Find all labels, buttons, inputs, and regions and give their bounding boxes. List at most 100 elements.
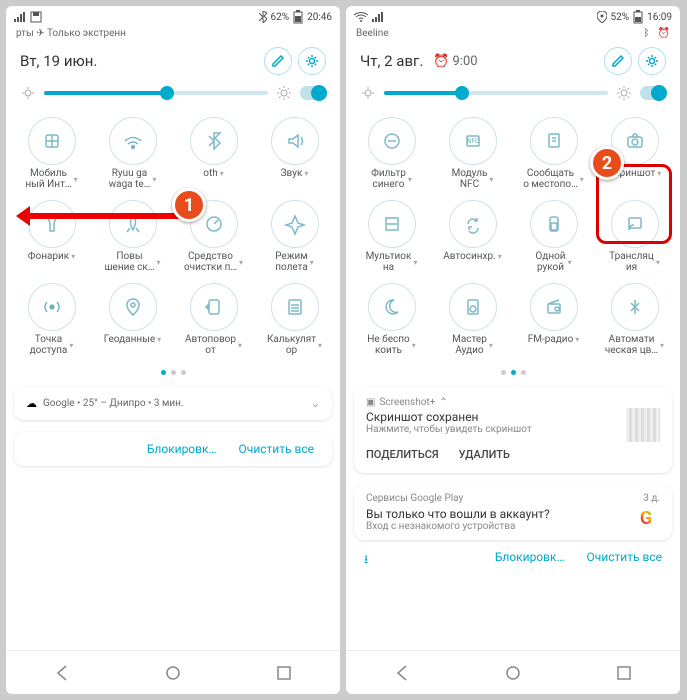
notif2-sub: Вход с незнакомого устройства	[366, 521, 550, 532]
audio-icon	[449, 283, 497, 331]
cloud-icon: ☁	[26, 397, 37, 410]
marker-2: 2	[590, 146, 624, 180]
globe-icon	[28, 117, 76, 165]
tile-audio[interactable]: Мастер Аудио▾	[433, 279, 512, 360]
notif-subtitle: Нажмите, чтобы увидеть скриншот	[366, 424, 532, 435]
carrier-row: Beeline ᛒ ⏰	[346, 28, 680, 39]
carrier-text: рты ✈ Только экстренн	[6, 28, 340, 39]
tile-rotate[interactable]: Автоповор от▾	[174, 279, 253, 360]
alarm-time: ⏰9:00	[433, 54, 477, 69]
flashlight-icon	[28, 200, 76, 248]
tile-globe[interactable]: Мобиль ный Инт…▾	[12, 113, 91, 194]
carrier-text: Beeline	[356, 28, 389, 39]
tile-label: Автоповор от▾	[185, 334, 242, 356]
block-button[interactable]: Блокировк…	[495, 550, 565, 571]
brightness-low-icon	[360, 85, 376, 101]
signal-icon	[372, 12, 384, 22]
quick-settings-grid: Мобиль ный Инт…▾ Ryuu ga waga te…▾ oth▾ Зву…	[6, 109, 340, 364]
delete-button[interactable]: УДАЛИТЬ	[459, 448, 510, 461]
tile-calc[interactable]: Калькулят ор▾	[255, 279, 334, 360]
tile-label: Мобиль ный Инт…▾	[25, 168, 77, 190]
clear-all-button[interactable]: Очистить все	[239, 442, 314, 456]
notif2-title: Вы только что вошли в аккаунт?	[366, 507, 550, 521]
page-indicator	[346, 364, 680, 381]
tile-label: Автомати ческая цв…▾	[605, 334, 664, 356]
tile-filter[interactable]: Фильтр синего▾	[352, 113, 431, 194]
tile-label: Точка доступа▾	[30, 334, 74, 356]
settings-button[interactable]	[638, 47, 666, 75]
tile-label: Одной рукой▾	[535, 251, 571, 273]
google-signin-notification[interactable]: Сервисы Google Play3 д. Вы только что во…	[354, 485, 672, 540]
block-button[interactable]: Блокировк…	[147, 442, 217, 456]
brightness-low-icon	[20, 85, 36, 101]
brightness-slider[interactable]	[346, 79, 680, 109]
auto-brightness-toggle[interactable]	[300, 86, 326, 100]
tile-sync[interactable]: Автосинхр.▾	[433, 196, 512, 277]
recent-button[interactable]	[275, 664, 293, 682]
radio-icon	[530, 283, 578, 331]
tile-nfc[interactable]: NFCМодуль NFC▾	[433, 113, 512, 194]
home-button[interactable]	[504, 664, 522, 682]
recent-button[interactable]	[615, 664, 633, 682]
tile-label: Не беспо коить▾	[367, 334, 415, 356]
home-button[interactable]	[164, 664, 182, 682]
location-icon	[109, 283, 157, 331]
clear-all-button[interactable]: Очистить все	[587, 550, 662, 571]
tile-plane[interactable]: Режим полета▾	[255, 196, 334, 277]
tile-multiwin[interactable]: Мультиок на▾	[352, 196, 431, 277]
svg-text:NFC: NFC	[467, 138, 479, 145]
tile-radio[interactable]: FM-радио▾	[514, 279, 593, 360]
filter-icon	[368, 117, 416, 165]
camera-icon: ▣	[366, 397, 375, 408]
status-bar: 62% 20:46	[6, 6, 340, 28]
battery-pct: 62%	[271, 12, 290, 23]
tile-label: Повы шение ск…▾	[104, 251, 160, 273]
download-icon[interactable]: ⭳	[364, 550, 368, 571]
tile-label: oth▾	[203, 168, 224, 179]
page-indicator	[6, 364, 340, 381]
tile-wifi[interactable]: Ryuu ga waga te…▾	[93, 113, 172, 194]
tile-label: Мастер Аудио▾	[452, 334, 493, 356]
notif-app: Screenshot+	[379, 397, 435, 408]
weather-card[interactable]: ☁ Google • 25° – Днипро • 3 мин. ⌄	[14, 387, 332, 420]
tile-label: Калькулят ор▾	[267, 334, 322, 356]
tile-volume[interactable]: Звук▾	[255, 113, 334, 194]
edit-button[interactable]	[604, 47, 632, 75]
back-button[interactable]	[393, 664, 411, 682]
battery-icon	[633, 10, 643, 24]
screenshot-notification[interactable]: ▣Screenshot+ ⌃ Скриншот сохранен Нажмите…	[354, 387, 672, 473]
share-button[interactable]: ПОДЕЛИТЬСЯ	[366, 448, 439, 461]
weather-text: Google • 25° – Днипро • 3 мин.	[43, 398, 184, 409]
brightness-slider[interactable]	[6, 79, 340, 109]
tile-location[interactable]: Геоданные▾	[93, 279, 172, 360]
tile-onehand[interactable]: Одной рукой▾	[514, 196, 593, 277]
phone-right: 52% 16:09 Beeline ᛒ ⏰ Чт, 2 авг. ⏰9:00 Ф…	[346, 6, 680, 694]
marker-1: 1	[172, 188, 206, 222]
actions-row: Блокировк… Очистить все	[14, 432, 332, 466]
tile-label: Фильтр синего▾	[371, 168, 412, 190]
notif2-app: Сервисы Google Play	[366, 493, 463, 504]
battery-pct: 52%	[611, 12, 630, 23]
settings-button[interactable]	[298, 47, 326, 75]
tile-moon[interactable]: Не беспо коить▾	[352, 279, 431, 360]
back-button[interactable]	[53, 664, 71, 682]
alarm-icon: ⏰	[658, 28, 670, 39]
tile-label: Звук▾	[281, 168, 309, 179]
plane-icon	[271, 200, 319, 248]
onehand-icon	[530, 200, 578, 248]
tile-report[interactable]: Сообщать о местопо…▾	[514, 113, 593, 194]
tile-rocket[interactable]: Повы шение ск…▾	[93, 196, 172, 277]
tile-label: FM-радио▾	[528, 334, 580, 345]
auto-brightness-toggle[interactable]	[640, 86, 666, 100]
status-bar: 52% 16:09	[346, 6, 680, 28]
tile-autocolor[interactable]: Автомати ческая цв…▾	[595, 279, 674, 360]
tile-hotspot[interactable]: Точка доступа▾	[12, 279, 91, 360]
bluetooth-icon	[190, 117, 238, 165]
tile-label: Ryuu ga waga te…▾	[109, 168, 157, 190]
edit-button[interactable]	[264, 47, 292, 75]
signal-icon	[14, 12, 26, 22]
bluetooth-icon: ᛒ	[644, 28, 650, 39]
navigation-bar	[6, 650, 340, 694]
location-icon	[597, 11, 607, 23]
tile-bluetooth[interactable]: oth▾	[174, 113, 253, 194]
